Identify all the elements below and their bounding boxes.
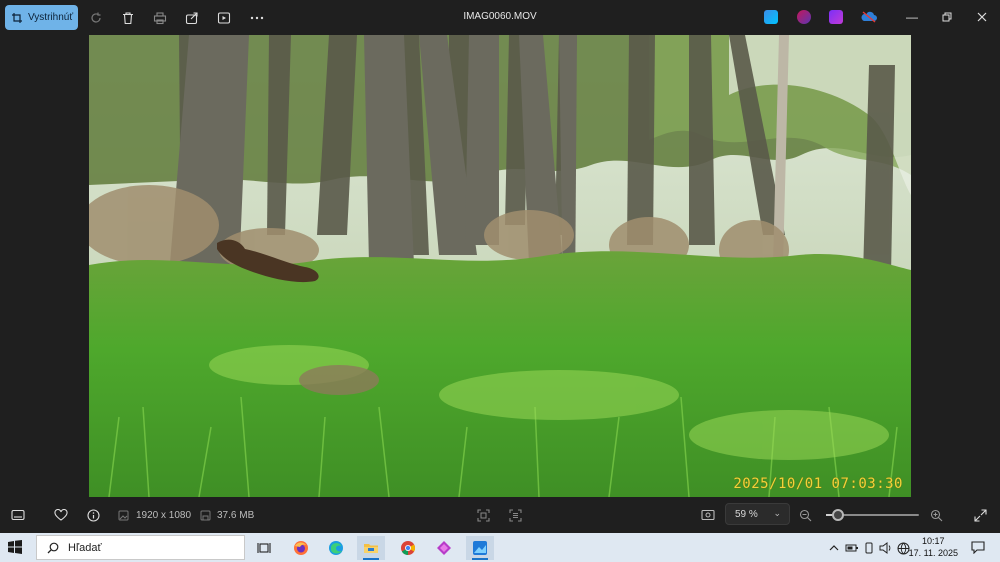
- favorite-button[interactable]: [54, 507, 68, 523]
- crop-label: Vystrihnúť: [28, 12, 74, 23]
- taskbar-search-box[interactable]: Hľadať: [36, 535, 245, 560]
- dimensions-info: 1920 x 1080: [118, 507, 191, 523]
- restore-button[interactable]: [933, 6, 961, 28]
- fullscreen-button[interactable]: [974, 507, 987, 523]
- crop-button[interactable]: Vystrihnúť: [5, 5, 78, 30]
- minimize-icon: —: [906, 10, 918, 24]
- notification-icon: [971, 541, 985, 555]
- taskbar-photos[interactable]: [466, 536, 494, 560]
- device-status[interactable]: [864, 541, 874, 555]
- photo-viewer[interactable]: 2025/10/01 07:03:30: [89, 35, 911, 497]
- view-mode-icon: [701, 509, 715, 521]
- heart-icon: [54, 509, 68, 521]
- slideshow-button[interactable]: [214, 8, 234, 28]
- clock-time: 10:17: [922, 536, 945, 546]
- dimensions-text: 1920 x 1080: [136, 509, 192, 521]
- restore-icon: [942, 12, 952, 22]
- minimize-button[interactable]: —: [898, 6, 926, 28]
- chevron-down-icon: ⌄: [773, 508, 781, 518]
- windows-logo-icon: [8, 540, 22, 554]
- capture-timestamp: 2025/10/01 07:03:30: [733, 476, 903, 492]
- taskbar-file-explorer[interactable]: [357, 536, 385, 560]
- task-view-icon: [257, 543, 271, 553]
- close-button[interactable]: [968, 6, 996, 28]
- crop-icon: [12, 12, 22, 23]
- zoom-in-icon: [930, 509, 943, 521]
- clock-date: 17. 11. 2025: [908, 548, 958, 558]
- actual-size-icon: [509, 508, 522, 522]
- fit-icon: [477, 508, 490, 522]
- tray-overflow-button[interactable]: [829, 541, 839, 555]
- share-icon: [185, 12, 198, 25]
- file-size-info: 37.6 MB: [200, 507, 254, 523]
- clipchamp-icon[interactable]: [829, 10, 843, 24]
- top-toolbar: Vystrihnúť IMAG0060.MOV —: [0, 0, 1000, 35]
- print-button[interactable]: [150, 8, 170, 28]
- filmstrip-icon: [11, 509, 25, 521]
- print-icon: [153, 12, 167, 25]
- photos-icon: [473, 541, 487, 555]
- expand-icon: [974, 508, 987, 522]
- notification-center-button[interactable]: [971, 541, 985, 559]
- trash-icon: [123, 12, 133, 25]
- zoom-out-button[interactable]: [799, 507, 812, 523]
- speaker-icon: [879, 542, 891, 554]
- zoom-value: 59 %: [735, 508, 758, 520]
- start-button[interactable]: [8, 540, 22, 559]
- chevron-up-icon: [829, 545, 839, 551]
- play-icon: [217, 12, 231, 24]
- phone-link-icon: [865, 542, 873, 554]
- view-mode-button[interactable]: [701, 507, 715, 523]
- info-button[interactable]: [87, 507, 100, 523]
- bottom-status-bar: 1920 x 1080 37.6 MB 59 % ⌄: [0, 497, 1000, 533]
- zoom-slider[interactable]: [826, 509, 919, 521]
- fit-to-window-button[interactable]: [477, 507, 490, 523]
- onedrive-icon[interactable]: [861, 10, 877, 24]
- rotate-button[interactable]: [86, 8, 106, 28]
- volume-control[interactable]: [879, 541, 892, 555]
- more-icon: [250, 16, 264, 20]
- taskbar-firefox[interactable]: [287, 536, 315, 560]
- zoom-in-button[interactable]: [930, 507, 943, 523]
- active-app-indicator: [472, 558, 488, 560]
- filmstrip-button[interactable]: [11, 507, 25, 523]
- edge-icon: [329, 541, 343, 555]
- search-placeholder: Hľadať: [68, 541, 102, 554]
- zoom-slider-thumb[interactable]: [832, 509, 845, 521]
- more-options-button[interactable]: [247, 8, 267, 28]
- actual-size-button[interactable]: [509, 507, 522, 523]
- zoom-level-select[interactable]: 59 % ⌄: [725, 503, 790, 525]
- windows-taskbar: Hľadať 10:17 17. 11. 2025: [0, 533, 1000, 562]
- chrome-icon: [401, 541, 416, 556]
- delete-button[interactable]: [118, 8, 138, 28]
- taskbar-edge[interactable]: [322, 536, 350, 560]
- search-icon: [47, 542, 59, 553]
- battery-status[interactable]: [845, 541, 859, 555]
- share-button[interactable]: [182, 8, 202, 28]
- zoom-out-icon: [799, 509, 812, 521]
- rotate-icon: [91, 12, 101, 23]
- image-size-icon: [118, 510, 129, 520]
- info-icon: [87, 508, 100, 522]
- designer-icon[interactable]: [797, 10, 811, 24]
- trail-camera-frame: [89, 35, 911, 497]
- save-disk-icon: [200, 510, 211, 520]
- battery-icon: [845, 544, 858, 552]
- system-clock[interactable]: 10:17 17. 11. 2025: [909, 535, 958, 559]
- file-size-text: 37.6 MB: [217, 509, 255, 521]
- close-icon: [977, 12, 987, 22]
- active-app-indicator: [363, 558, 379, 560]
- photos-editor-icon[interactable]: [764, 10, 778, 24]
- taskbar-power-apps[interactable]: [430, 536, 458, 560]
- taskbar-chrome[interactable]: [394, 536, 422, 560]
- firefox-icon: [294, 541, 308, 555]
- folder-icon: [364, 544, 378, 553]
- task-view-button[interactable]: [250, 536, 278, 560]
- power-apps-icon: [437, 541, 451, 555]
